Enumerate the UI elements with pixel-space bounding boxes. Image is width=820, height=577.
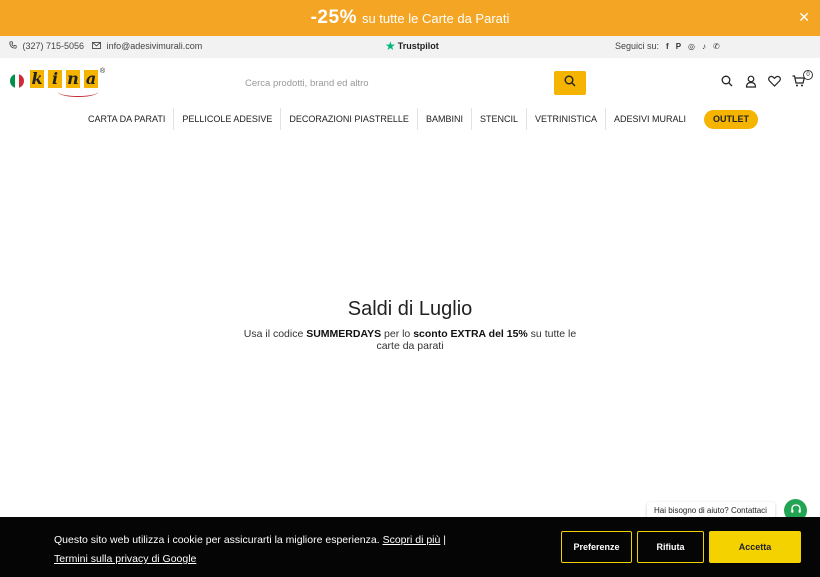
phone-icon [9, 41, 20, 51]
nav-item-outlet[interactable]: OUTLET [704, 109, 759, 129]
main-nav: CARTA DA PARATI PELLICOLE ADESIVE DECORA… [80, 108, 759, 130]
cookie-banner: Questo sito web utilizza i cookie per as… [0, 517, 820, 577]
trustpilot-label: Trustpilot [397, 41, 439, 51]
follow-label: Seguici su: [615, 41, 660, 51]
cart-icon[interactable]: 0 [792, 70, 813, 88]
cookie-text: Questo sito web utilizza i cookie per as… [54, 534, 380, 546]
logo-letter: k [30, 69, 44, 88]
nav-item-decorazioni-piastrelle[interactable]: DECORAZIONI PIASTRELLE [281, 108, 418, 130]
instagram-icon[interactable]: ◎ [688, 42, 695, 51]
logo-swirl [58, 87, 98, 97]
account-icon[interactable] [744, 74, 757, 88]
search-icon[interactable] [720, 74, 733, 88]
contact-info: (327) 715-5056 info@adesivimurali.com [9, 41, 202, 51]
logo-letter: n [66, 69, 80, 88]
hero-title: Saldi di Luglio [347, 298, 473, 320]
social-links: Seguici su: f P ◎ ♪ ✆ [615, 41, 720, 51]
hero-sub-mid: per lo [381, 328, 414, 340]
google-privacy-link[interactable]: Termini sulla privacy di Google [54, 553, 196, 565]
promo-percent: -25% [310, 7, 357, 28]
nav-item-carta-da-parati[interactable]: CARTA DA PARATI [80, 108, 175, 130]
trustpilot-link[interactable]: ★ Trustpilot [385, 39, 439, 53]
search-button[interactable] [554, 71, 586, 95]
cookie-accept-button[interactable]: Accetta [709, 531, 801, 563]
logo-letter: a [84, 69, 98, 88]
close-icon[interactable]: ✕ [798, 9, 810, 26]
header-icons: 0 [720, 70, 813, 88]
logo-letter: i [48, 70, 62, 88]
nav-item-bambini[interactable]: BAMBINI [418, 108, 472, 130]
registered-mark: ® [100, 68, 106, 75]
email-link[interactable]: info@adesivimurali.com [92, 41, 202, 51]
search-input[interactable] [236, 71, 554, 95]
mail-icon [92, 41, 104, 51]
italy-flag-icon[interactable] [10, 74, 24, 88]
cookie-learn-more-link[interactable]: Scopri di più [383, 534, 441, 546]
tiktok-icon[interactable]: ♪ [702, 42, 706, 51]
nav-item-stencil[interactable]: STENCIL [472, 108, 527, 130]
cart-count-badge: 0 [803, 70, 813, 80]
cookie-preferences-button[interactable]: Preferenze [561, 531, 632, 563]
nav-item-pellicole-adesive[interactable]: PELLICOLE ADESIVE [174, 108, 282, 130]
logo[interactable]: k i n a ® [28, 68, 108, 100]
wishlist-heart-icon[interactable] [768, 74, 781, 88]
trustpilot-star-icon: ★ [385, 39, 396, 53]
cookie-reject-button[interactable]: Rifiuta [637, 531, 704, 563]
phone-number: (327) 715-5056 [22, 41, 85, 51]
pinterest-icon[interactable]: P [676, 42, 681, 51]
nav-item-adesivi-murali[interactable]: ADESIVI MURALI [606, 108, 694, 130]
search-bar [236, 71, 586, 95]
promo-text: su tutte le Carte da Parati [361, 10, 510, 26]
whatsapp-icon[interactable]: ✆ [713, 42, 720, 51]
search-icon [564, 74, 576, 92]
hero-offer: sconto EXTRA del 15% [413, 328, 528, 340]
info-bar: (327) 715-5056 info@adesivimurali.com ★ … [0, 36, 820, 58]
email-address: info@adesivimurali.com [106, 41, 203, 51]
promo-bar: -25% su tutte le Carte da Parati ✕ [0, 0, 820, 36]
phone-link[interactable]: (327) 715-5056 [9, 41, 84, 51]
cookie-message: Questo sito web utilizza i cookie per as… [54, 531, 494, 569]
promo-code: SUMMERDAYS [306, 328, 382, 340]
cookie-separator: | [443, 534, 447, 546]
hero-sub-pre: Usa il codice [243, 328, 307, 340]
nav-item-vetrinistica[interactable]: VETRINISTICA [527, 108, 606, 130]
hero-subtitle: Usa il codice SUMMERDAYS per lo sconto E… [240, 328, 580, 352]
facebook-icon[interactable]: f [666, 42, 669, 51]
